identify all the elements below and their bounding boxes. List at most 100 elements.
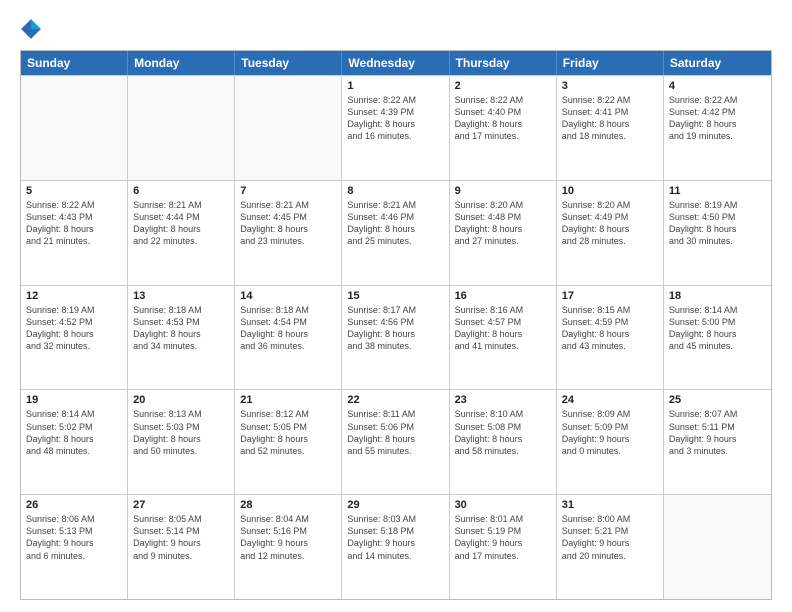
calendar-day-13: 13 Sunrise: 8:18 AM Sunset: 4:53 PM Dayli… xyxy=(128,286,235,390)
weekday-header-sunday: Sunday xyxy=(21,51,128,75)
calendar-week-1: 1Sunrise: 8:22 AM Sunset: 4:39 PM Daylig… xyxy=(21,75,771,180)
day-number: 16 xyxy=(455,290,551,302)
day-number: 21 xyxy=(240,394,336,406)
day-info: Sunrise: 8:18 AM Sunset: 4:53 PM Dayligh… xyxy=(133,304,229,353)
calendar-day-22: 22 Sunrise: 8:11 AM Sunset: 5:06 PM Dayli… xyxy=(342,390,449,494)
day-number: 5 xyxy=(26,185,122,197)
calendar-day-28: 28 Sunrise: 8:04 AM Sunset: 5:16 PM Dayli… xyxy=(235,495,342,599)
calendar-day-4: 4Sunrise: 8:22 AM Sunset: 4:42 PM Daylig… xyxy=(664,76,771,180)
calendar-day-1: 1Sunrise: 8:22 AM Sunset: 4:39 PM Daylig… xyxy=(342,76,449,180)
day-info: Sunrise: 8:10 AM Sunset: 5:08 PM Dayligh… xyxy=(455,408,551,457)
day-info: Sunrise: 8:22 AM Sunset: 4:43 PM Dayligh… xyxy=(26,199,122,248)
day-info: Sunrise: 8:18 AM Sunset: 4:54 PM Dayligh… xyxy=(240,304,336,353)
day-info: Sunrise: 8:20 AM Sunset: 4:49 PM Dayligh… xyxy=(562,199,658,248)
day-info: Sunrise: 8:15 AM Sunset: 4:59 PM Dayligh… xyxy=(562,304,658,353)
day-info: Sunrise: 8:09 AM Sunset: 5:09 PM Dayligh… xyxy=(562,408,658,457)
day-info: Sunrise: 8:05 AM Sunset: 5:14 PM Dayligh… xyxy=(133,513,229,562)
day-number: 28 xyxy=(240,499,336,511)
calendar-day-15: 15 Sunrise: 8:17 AM Sunset: 4:56 PM Dayli… xyxy=(342,286,449,390)
day-number: 4 xyxy=(669,80,766,92)
day-number: 31 xyxy=(562,499,658,511)
logo xyxy=(20,18,46,40)
calendar-day-3: 3 Sunrise: 8:22 AM Sunset: 4:41 PM Daylig… xyxy=(557,76,664,180)
day-info: Sunrise: 8:19 AM Sunset: 4:50 PM Dayligh… xyxy=(669,199,766,248)
day-info: Sunrise: 8:03 AM Sunset: 5:18 PM Dayligh… xyxy=(347,513,443,562)
calendar-day-24: 24 Sunrise: 8:09 AM Sunset: 5:09 PM Dayli… xyxy=(557,390,664,494)
day-info: Sunrise: 8:01 AM Sunset: 5:19 PM Dayligh… xyxy=(455,513,551,562)
calendar-day-30: 30 Sunrise: 8:01 AM Sunset: 5:19 PM Dayli… xyxy=(450,495,557,599)
day-number: 11 xyxy=(669,185,766,197)
header xyxy=(20,18,772,40)
day-info: Sunrise: 8:12 AM Sunset: 5:05 PM Dayligh… xyxy=(240,408,336,457)
calendar-day-26: 26 Sunrise: 8:06 AM Sunset: 5:13 PM Dayli… xyxy=(21,495,128,599)
day-number: 27 xyxy=(133,499,229,511)
calendar-day-14: 14 Sunrise: 8:18 AM Sunset: 4:54 PM Dayli… xyxy=(235,286,342,390)
calendar-day-2: 2 Sunrise: 8:22 AM Sunset: 4:40 PM Daylig… xyxy=(450,76,557,180)
calendar-empty-cell xyxy=(664,495,771,599)
day-info: Sunrise: 8:19 AM Sunset: 4:52 PM Dayligh… xyxy=(26,304,122,353)
weekday-header-tuesday: Tuesday xyxy=(235,51,342,75)
day-number: 29 xyxy=(347,499,443,511)
calendar-day-19: 19 Sunrise: 8:14 AM Sunset: 5:02 PM Dayli… xyxy=(21,390,128,494)
calendar-day-10: 10 Sunrise: 8:20 AM Sunset: 4:49 PM Dayli… xyxy=(557,181,664,285)
day-info: Sunrise: 8:22 AM Sunset: 4:41 PM Dayligh… xyxy=(562,94,658,143)
day-info: Sunrise: 8:00 AM Sunset: 5:21 PM Dayligh… xyxy=(562,513,658,562)
day-info: Sunrise: 8:14 AM Sunset: 5:02 PM Dayligh… xyxy=(26,408,122,457)
calendar-day-18: 18Sunrise: 8:14 AM Sunset: 5:00 PM Dayli… xyxy=(664,286,771,390)
calendar-day-23: 23Sunrise: 8:10 AM Sunset: 5:08 PM Dayli… xyxy=(450,390,557,494)
day-number: 17 xyxy=(562,290,658,302)
calendar-day-5: 5 Sunrise: 8:22 AM Sunset: 4:43 PM Daylig… xyxy=(21,181,128,285)
day-info: Sunrise: 8:22 AM Sunset: 4:39 PM Dayligh… xyxy=(347,94,443,143)
day-number: 22 xyxy=(347,394,443,406)
day-info: Sunrise: 8:06 AM Sunset: 5:13 PM Dayligh… xyxy=(26,513,122,562)
logo-icon xyxy=(20,18,42,40)
calendar-day-31: 31 Sunrise: 8:00 AM Sunset: 5:21 PM Dayli… xyxy=(557,495,664,599)
calendar-body: 1Sunrise: 8:22 AM Sunset: 4:39 PM Daylig… xyxy=(21,75,771,599)
day-number: 20 xyxy=(133,394,229,406)
calendar-empty-cell xyxy=(235,76,342,180)
day-info: Sunrise: 8:21 AM Sunset: 4:45 PM Dayligh… xyxy=(240,199,336,248)
day-number: 6 xyxy=(133,185,229,197)
day-number: 24 xyxy=(562,394,658,406)
day-number: 19 xyxy=(26,394,122,406)
calendar-week-3: 12 Sunrise: 8:19 AM Sunset: 4:52 PM Dayli… xyxy=(21,285,771,390)
weekday-header-wednesday: Wednesday xyxy=(342,51,449,75)
day-number: 14 xyxy=(240,290,336,302)
weekday-header-friday: Friday xyxy=(557,51,664,75)
calendar-day-7: 7 Sunrise: 8:21 AM Sunset: 4:45 PM Daylig… xyxy=(235,181,342,285)
day-number: 10 xyxy=(562,185,658,197)
calendar-week-5: 26 Sunrise: 8:06 AM Sunset: 5:13 PM Dayli… xyxy=(21,494,771,599)
calendar-day-17: 17 Sunrise: 8:15 AM Sunset: 4:59 PM Dayli… xyxy=(557,286,664,390)
day-number: 25 xyxy=(669,394,766,406)
day-number: 9 xyxy=(455,185,551,197)
day-number: 7 xyxy=(240,185,336,197)
calendar-day-21: 21 Sunrise: 8:12 AM Sunset: 5:05 PM Dayli… xyxy=(235,390,342,494)
calendar-day-6: 6Sunrise: 8:21 AM Sunset: 4:44 PM Daylig… xyxy=(128,181,235,285)
calendar-empty-cell xyxy=(128,76,235,180)
calendar: SundayMondayTuesdayWednesdayThursdayFrid… xyxy=(20,50,772,600)
page: SundayMondayTuesdayWednesdayThursdayFrid… xyxy=(0,0,792,612)
weekday-header-monday: Monday xyxy=(128,51,235,75)
day-info: Sunrise: 8:04 AM Sunset: 5:16 PM Dayligh… xyxy=(240,513,336,562)
calendar-day-8: 8Sunrise: 8:21 AM Sunset: 4:46 PM Daylig… xyxy=(342,181,449,285)
weekday-header-saturday: Saturday xyxy=(664,51,771,75)
day-number: 3 xyxy=(562,80,658,92)
calendar-empty-cell xyxy=(21,76,128,180)
calendar-day-9: 9 Sunrise: 8:20 AM Sunset: 4:48 PM Daylig… xyxy=(450,181,557,285)
day-info: Sunrise: 8:17 AM Sunset: 4:56 PM Dayligh… xyxy=(347,304,443,353)
day-number: 15 xyxy=(347,290,443,302)
day-info: Sunrise: 8:07 AM Sunset: 5:11 PM Dayligh… xyxy=(669,408,766,457)
day-number: 2 xyxy=(455,80,551,92)
day-number: 13 xyxy=(133,290,229,302)
calendar-header: SundayMondayTuesdayWednesdayThursdayFrid… xyxy=(21,51,771,75)
day-info: Sunrise: 8:21 AM Sunset: 4:46 PM Dayligh… xyxy=(347,199,443,248)
day-number: 30 xyxy=(455,499,551,511)
day-number: 26 xyxy=(26,499,122,511)
day-info: Sunrise: 8:22 AM Sunset: 4:40 PM Dayligh… xyxy=(455,94,551,143)
day-number: 18 xyxy=(669,290,766,302)
weekday-header-thursday: Thursday xyxy=(450,51,557,75)
calendar-day-29: 29 Sunrise: 8:03 AM Sunset: 5:18 PM Dayli… xyxy=(342,495,449,599)
day-info: Sunrise: 8:20 AM Sunset: 4:48 PM Dayligh… xyxy=(455,199,551,248)
day-number: 12 xyxy=(26,290,122,302)
day-info: Sunrise: 8:11 AM Sunset: 5:06 PM Dayligh… xyxy=(347,408,443,457)
